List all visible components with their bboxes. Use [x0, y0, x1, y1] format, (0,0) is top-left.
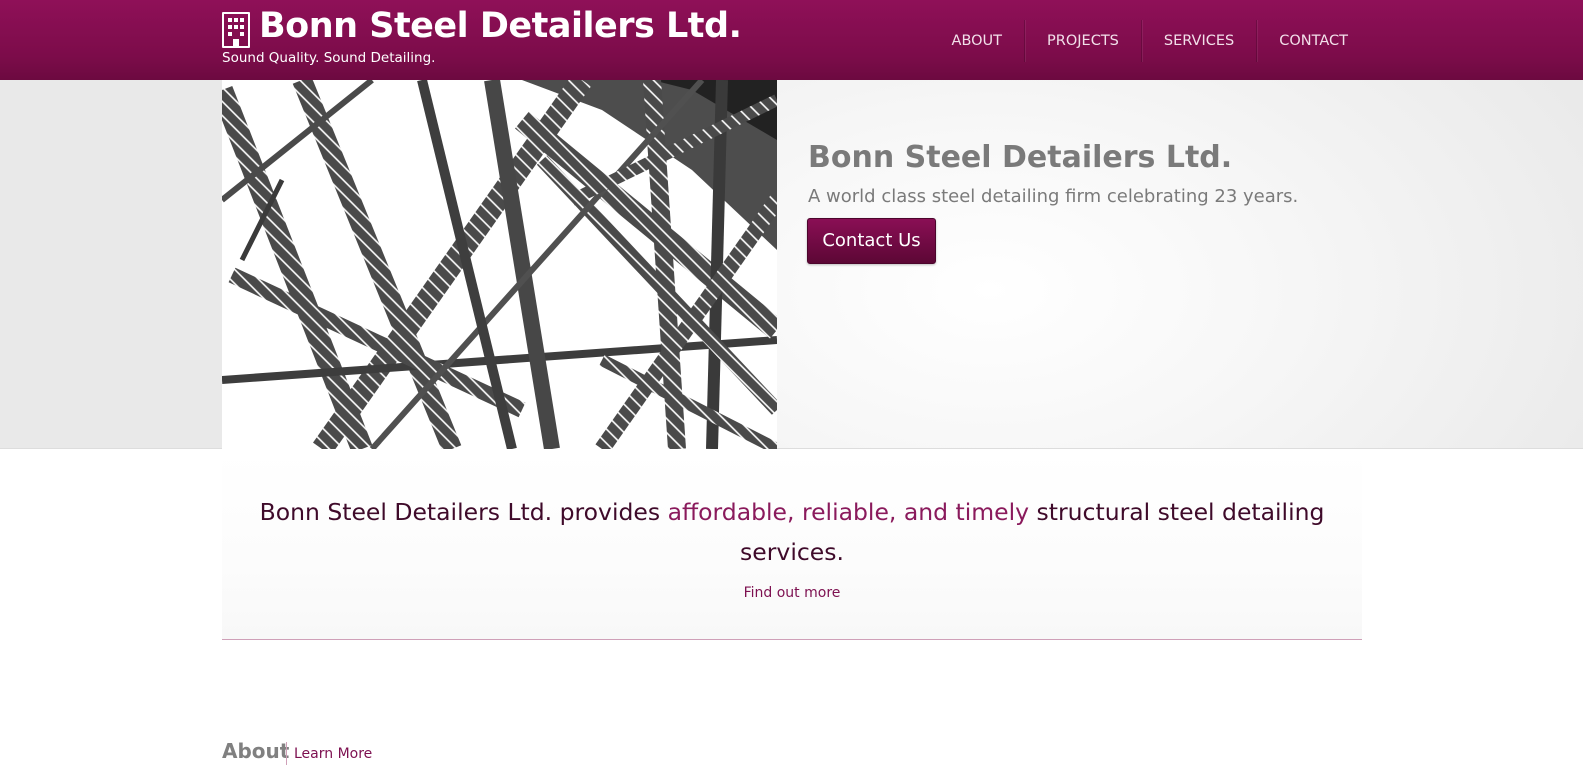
site-header: Bonn Steel Detailers Ltd. Sound Quality.… — [0, 0, 1583, 80]
nav-item-contact[interactable]: CONTACT — [1256, 20, 1362, 62]
main-nav: ABOUT PROJECTS SERVICES CONTACT — [930, 20, 1362, 62]
find-out-more-link[interactable]: Find out more — [222, 585, 1362, 601]
intro-statement: Bonn Steel Detailers Ltd. provides affor… — [252, 492, 1332, 572]
intro-text-before: Bonn Steel Detailers Ltd. provides — [259, 498, 668, 526]
intro-section: Bonn Steel Detailers Ltd. provides affor… — [222, 450, 1362, 640]
hero-title: Bonn Steel Detailers Ltd. — [808, 140, 1233, 175]
contact-us-button[interactable]: Contact Us — [807, 218, 936, 264]
nav-item-projects[interactable]: PROJECTS — [1024, 20, 1141, 62]
hero-section: Bonn Steel Detailers Ltd. A world class … — [0, 80, 1583, 449]
intro-text-accent: affordable, reliable, and timely — [667, 498, 1030, 526]
about-divider — [286, 742, 287, 765]
about-heading: About — [222, 739, 290, 763]
nav-item-about[interactable]: ABOUT — [930, 20, 1025, 62]
nav-item-services[interactable]: SERVICES — [1140, 20, 1256, 62]
site-tagline: Sound Quality. Sound Detailing. — [222, 50, 436, 66]
building-icon — [222, 12, 250, 48]
steel-truss-image — [222, 80, 777, 449]
site-title[interactable]: Bonn Steel Detailers Ltd. — [259, 6, 742, 46]
learn-more-link[interactable]: Learn More — [294, 746, 372, 762]
hero-subtitle: A world class steel detailing firm celeb… — [808, 186, 1299, 207]
